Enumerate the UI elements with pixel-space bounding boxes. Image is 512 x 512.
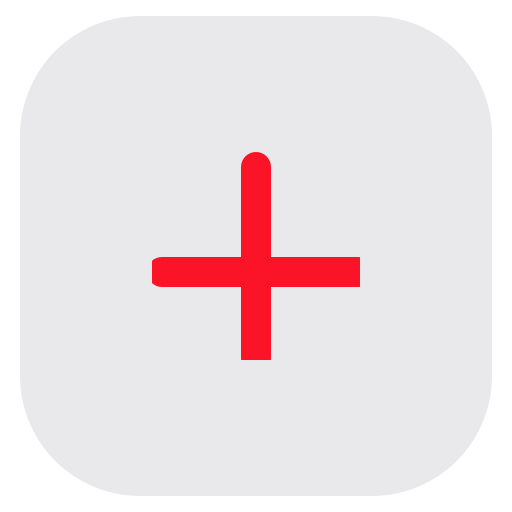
add-button[interactable]: [20, 16, 492, 496]
app-icon-canvas: [0, 0, 512, 512]
plus-icon: [152, 152, 360, 360]
